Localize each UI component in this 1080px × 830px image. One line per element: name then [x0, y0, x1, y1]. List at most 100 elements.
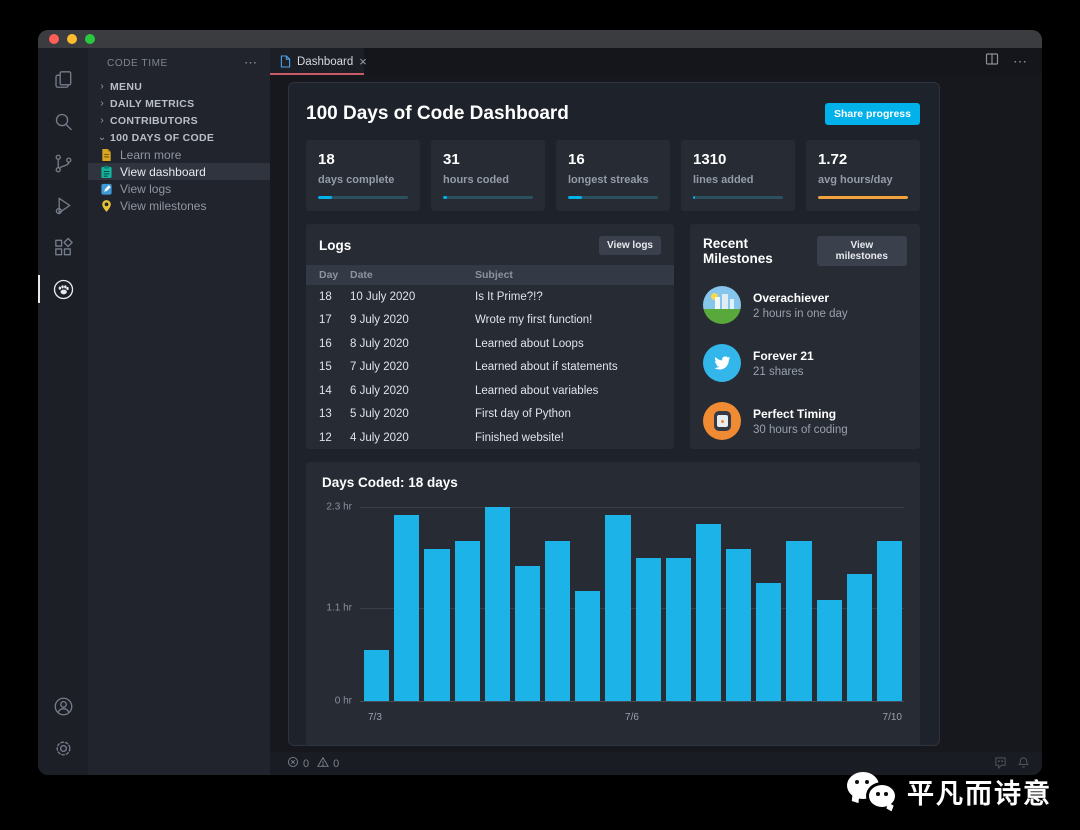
tab-bar: Dashboard × ⋯ [270, 48, 1042, 75]
logs-cell: 13 [319, 408, 332, 421]
chart-bar [726, 549, 752, 701]
logs-col-header: Day [319, 269, 339, 281]
y-axis-tick: 2.3 hr [326, 501, 352, 513]
logs-cell: 6 July 2020 [350, 384, 409, 397]
stat-card-longest-streaks: 16 longest streaks [556, 140, 670, 211]
chart-bars [364, 507, 903, 701]
milestone-name: Overachiever [753, 290, 830, 305]
logs-cell: 16 [319, 337, 332, 350]
chart-bar [876, 540, 903, 701]
stat-label: hours coded [443, 174, 510, 186]
table-row: 12 4 July 2020 Finished website! [306, 426, 674, 449]
split-editor-icon[interactable] [985, 52, 999, 71]
logs-card-header: Logs View logs [306, 224, 674, 265]
chart-bar [454, 540, 480, 701]
stat-value: 31 [443, 151, 460, 168]
stat-value: 1.72 [818, 151, 848, 168]
logs-cell: Learned about variables [475, 384, 599, 397]
sidebar-section-100-days-of-code[interactable]: ⌄ 100 DAYS OF CODE [88, 129, 270, 146]
logs-cell: Learned about if statements [475, 361, 618, 374]
source-control-icon[interactable] [38, 142, 88, 184]
sidebar-more-icon[interactable]: ⋯ [244, 55, 258, 71]
stat-label: lines added [693, 174, 754, 186]
extensions-icon[interactable] [38, 226, 88, 268]
account-icon[interactable] [38, 685, 88, 727]
logs-cell: Learned about Loops [475, 337, 584, 350]
watch-icon [713, 411, 731, 431]
chart-title: Days Coded: 18 days [322, 475, 458, 490]
maximize-window-button[interactable] [85, 34, 95, 44]
building-icon [722, 294, 728, 309]
close-window-button[interactable] [49, 34, 59, 44]
search-icon[interactable] [38, 100, 88, 142]
stat-label: avg hours/day [818, 174, 893, 186]
stat-progress-track [318, 196, 408, 199]
stat-value: 18 [318, 151, 335, 168]
y-axis-tick: 0 hr [334, 695, 352, 707]
chart-bar [635, 557, 661, 701]
sidebar-item-label: Learn more [120, 147, 182, 162]
chart-bar [846, 574, 872, 701]
table-row: 13 5 July 2020 First day of Python [306, 403, 674, 427]
sidebar-section-menu[interactable]: › MENU [88, 78, 270, 95]
more-actions-icon[interactable]: ⋯ [1013, 53, 1028, 70]
vscode-window: CODE TIME ⋯ › MENU › DAILY METRICS › CONTRIBU… [38, 30, 1042, 775]
settings-icon[interactable] [38, 727, 88, 769]
tab-label: Dashboard [297, 55, 354, 68]
dashboard-webview: 100 Days of Code Dashboard Share progres… [288, 82, 940, 746]
watermark: 平凡而诗意 [847, 770, 1052, 812]
problems-indicator[interactable]: 0 0 [287, 756, 339, 771]
edit-log-icon [100, 182, 113, 196]
chart-bar [424, 549, 450, 701]
sidebar-section-daily-metrics[interactable]: › DAILY METRICS [88, 95, 270, 112]
milestone-desc: 21 shares [753, 365, 804, 378]
stat-card-days-complete: 18 days complete [306, 140, 420, 211]
dashboard-header: 100 Days of Code Dashboard Share progres… [306, 103, 920, 125]
chart-bar [695, 523, 722, 701]
files-icon[interactable] [38, 58, 88, 100]
page-title: 100 Days of Code Dashboard [306, 103, 569, 124]
stat-value: 16 [568, 151, 585, 168]
minimize-window-button[interactable] [67, 34, 77, 44]
sidebar-tree: › MENU › DAILY METRICS › CONTRIBUTORS ⌄ 100 DAY… [88, 78, 270, 214]
stat-progress-track [568, 196, 658, 199]
chart-bar [514, 566, 541, 701]
watermark-text: 平凡而诗意 [907, 778, 1052, 809]
sidebar-item-learn-more[interactable]: Learn more [88, 146, 270, 163]
sidebar-header: CODE TIME ⋯ [88, 48, 270, 78]
code-time-paw-icon[interactable] [38, 268, 88, 310]
view-logs-button[interactable]: View logs [599, 236, 661, 255]
x-axis-tick: 7/6 [625, 712, 639, 723]
logs-cell: First day of Python [475, 408, 571, 421]
tab-close-icon[interactable]: × [359, 55, 367, 68]
sidebar-item-view-logs[interactable]: View logs [88, 180, 270, 197]
sidebar-item-label: View dashboard [120, 164, 206, 179]
sidebar-item-label: View milestones [120, 198, 207, 213]
share-progress-button[interactable]: Share progress [824, 103, 920, 125]
stat-value: 1310 [693, 151, 727, 168]
sidebar-item-view-milestones[interactable]: View milestones [88, 197, 270, 214]
stat-card-lines-added: 1310 lines added [681, 140, 795, 211]
stat-progress-track [818, 196, 908, 199]
wechat-icon [847, 770, 897, 812]
sidebar-item-view-dashboard[interactable]: View dashboard [88, 163, 270, 180]
warnings-icon [317, 756, 330, 771]
milestone-text: Perfect Timing 30 hours of coding [753, 407, 848, 436]
milestone-item: Perfect Timing 30 hours of coding [690, 392, 920, 450]
milestone-text: Forever 21 21 shares [753, 349, 814, 378]
view-milestones-button[interactable]: View milestones [816, 236, 907, 266]
chart-bar [665, 557, 691, 701]
chart-bar [605, 515, 631, 701]
chart-x-axis: 7/3 7/6 7/10 [360, 708, 904, 730]
milestones-card-header: Recent Milestones View milestones [690, 224, 920, 276]
chevron-down-icon: ⌄ [97, 132, 107, 143]
stat-label: longest streaks [568, 174, 649, 186]
run-debug-icon[interactable] [38, 184, 88, 226]
x-axis-tick: 7/3 [368, 712, 382, 723]
logs-cell: 4 July 2020 [350, 431, 409, 444]
sidebar-section-contributors[interactable]: › CONTRIBUTORS [88, 112, 270, 129]
chart-bar [786, 540, 812, 701]
tab-dashboard[interactable]: Dashboard × [270, 48, 367, 75]
logs-col-header: Date [350, 269, 373, 281]
section-label: DAILY METRICS [110, 97, 195, 110]
